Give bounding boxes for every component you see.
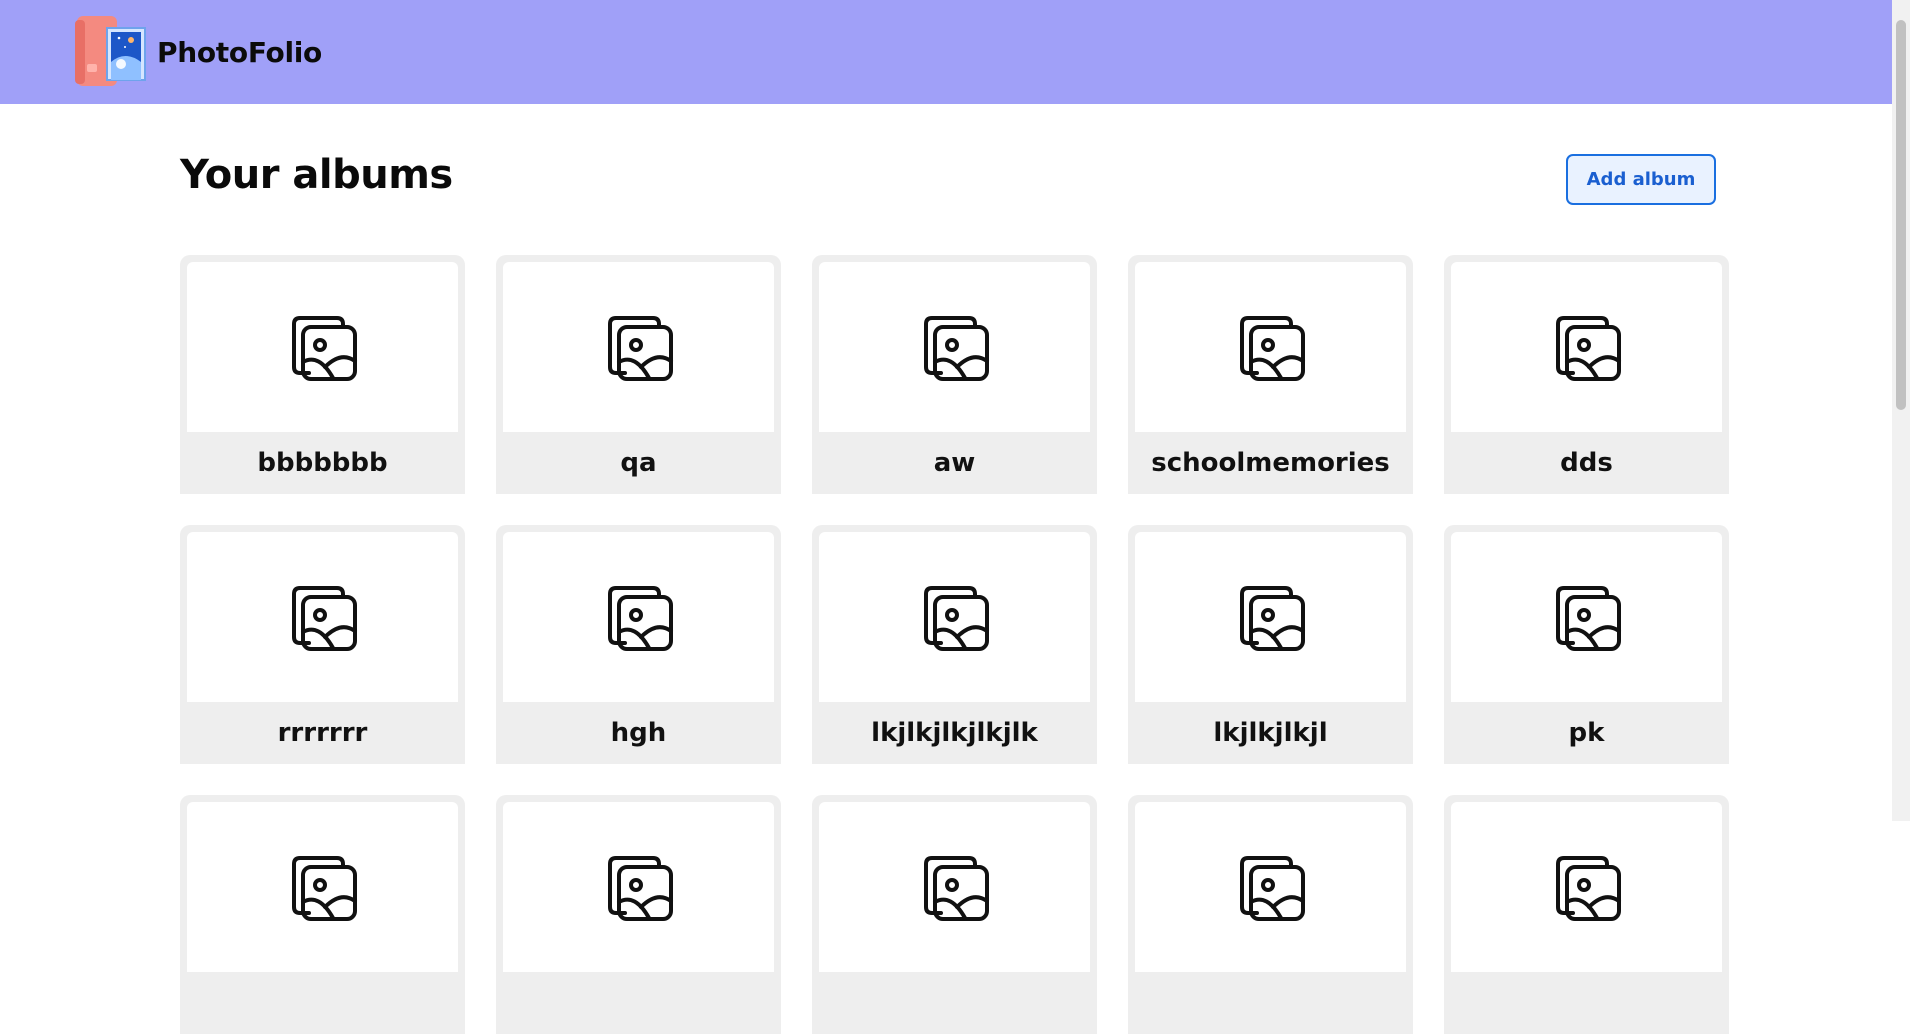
album-name bbox=[1451, 972, 1722, 1034]
album-images-icon bbox=[1231, 307, 1311, 387]
album-thumbnail bbox=[503, 802, 774, 972]
album-card[interactable]: aw bbox=[812, 255, 1097, 494]
photofolio-logo-icon bbox=[75, 16, 146, 86]
album-images-icon bbox=[599, 307, 679, 387]
page-scrollbar[interactable] bbox=[1892, 0, 1910, 821]
album-thumbnail bbox=[1135, 262, 1406, 432]
album-name: qa bbox=[620, 448, 657, 478]
album-thumbnail bbox=[819, 532, 1090, 702]
album-card[interactable]: lkjlkjlkjlkjlk bbox=[812, 525, 1097, 764]
album-thumbnail bbox=[1135, 802, 1406, 972]
album-thumbnail bbox=[819, 802, 1090, 972]
album-name bbox=[187, 972, 458, 1034]
album-thumbnail bbox=[503, 262, 774, 432]
album-images-icon bbox=[1231, 847, 1311, 927]
album-card[interactable]: bbbbbbb bbox=[180, 255, 465, 494]
album-images-icon bbox=[283, 577, 363, 657]
album-images-icon bbox=[283, 847, 363, 927]
album-images-icon bbox=[599, 847, 679, 927]
album-name: dds bbox=[1560, 448, 1613, 478]
album-card[interactable]: qa bbox=[496, 255, 781, 494]
album-images-icon bbox=[1547, 577, 1627, 657]
page-title: Your albums bbox=[180, 152, 453, 198]
album-name: lkjlkjlkjlkjlk bbox=[871, 718, 1038, 748]
album-card[interactable]: pk bbox=[1444, 525, 1729, 764]
album-images-icon bbox=[283, 307, 363, 387]
album-images-icon bbox=[1547, 307, 1627, 387]
album-thumbnail bbox=[1451, 262, 1722, 432]
album-images-icon bbox=[915, 847, 995, 927]
album-name: schoolmemories bbox=[1151, 448, 1390, 478]
album-thumbnail bbox=[187, 262, 458, 432]
album-thumbnail bbox=[1135, 532, 1406, 702]
app-name: PhotoFolio bbox=[157, 35, 322, 69]
album-images-icon bbox=[1231, 577, 1311, 657]
scrollbar-thumb[interactable] bbox=[1896, 20, 1906, 410]
album-thumbnail bbox=[187, 802, 458, 972]
album-images-icon bbox=[1547, 847, 1627, 927]
album-name: hgh bbox=[610, 718, 667, 748]
album-name bbox=[819, 972, 1090, 1034]
album-images-icon bbox=[915, 307, 995, 387]
album-grid: bbbbbbb qa aw schoolmemories dds rrrrrrr bbox=[180, 255, 1729, 1034]
album-card[interactable]: schoolmemories bbox=[1128, 255, 1413, 494]
brand[interactable]: PhotoFolio bbox=[73, 14, 322, 90]
album-card[interactable] bbox=[496, 795, 781, 1034]
album-card[interactable]: lkjlkjlkjl bbox=[1128, 525, 1413, 764]
album-card[interactable] bbox=[180, 795, 465, 1034]
album-name: rrrrrrr bbox=[277, 718, 368, 748]
album-name: aw bbox=[933, 448, 976, 478]
album-thumbnail bbox=[503, 532, 774, 702]
album-card[interactable] bbox=[1128, 795, 1413, 1034]
album-images-icon bbox=[915, 577, 995, 657]
album-name: pk bbox=[1568, 718, 1605, 748]
album-card[interactable]: hgh bbox=[496, 525, 781, 764]
album-name: lkjlkjlkjl bbox=[1213, 718, 1328, 748]
album-thumbnail bbox=[819, 262, 1090, 432]
album-card[interactable]: dds bbox=[1444, 255, 1729, 494]
album-name bbox=[1135, 972, 1406, 1034]
album-thumbnail bbox=[1451, 802, 1722, 972]
album-card[interactable]: rrrrrrr bbox=[180, 525, 465, 764]
album-card[interactable] bbox=[1444, 795, 1729, 1034]
album-thumbnail bbox=[187, 532, 458, 702]
album-thumbnail bbox=[1451, 532, 1722, 702]
album-name: bbbbbbb bbox=[257, 448, 388, 478]
album-images-icon bbox=[599, 577, 679, 657]
album-name bbox=[503, 972, 774, 1034]
add-album-button[interactable]: Add album bbox=[1566, 154, 1716, 205]
navbar: PhotoFolio bbox=[0, 0, 1892, 104]
album-card[interactable] bbox=[812, 795, 1097, 1034]
